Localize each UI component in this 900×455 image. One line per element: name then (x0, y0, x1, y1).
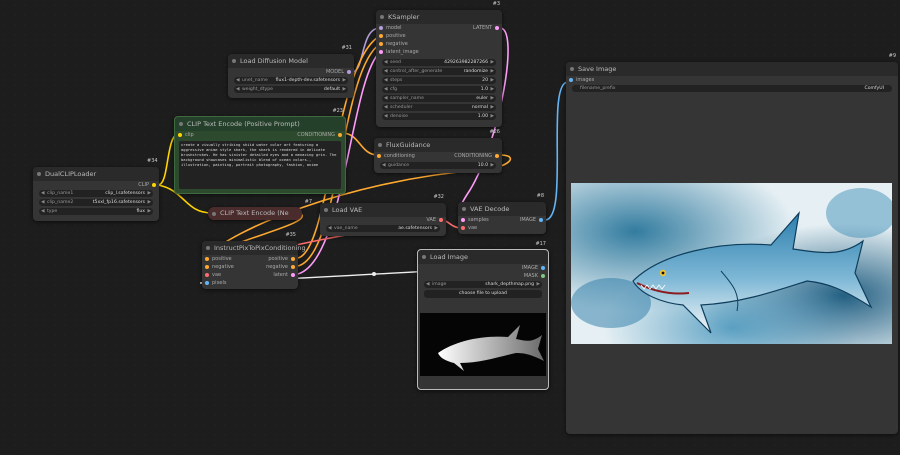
node-instruct-pix2pix-conditioning[interactable]: InstructPixToPixConditioning #35 positiv… (202, 232, 306, 289)
node-id-badge: #7 (304, 199, 312, 205)
input-positive[interactable]: positive (379, 33, 406, 40)
node-id-badge: #35 (285, 232, 296, 238)
output-model[interactable]: MODEL (326, 69, 351, 76)
node-clip-text-encode-positive[interactable]: CLIP Text Encode (Positive Prompt) #23 c… (174, 108, 346, 194)
node-title: Load VAE (320, 203, 446, 217)
node-title: InstructPixToPixConditioning (202, 241, 306, 255)
output-image[interactable]: IMAGE (522, 265, 545, 272)
node-title: DualCLIPLoader (33, 167, 159, 181)
node-flux-guidance[interactable]: FluxGuidance #26 conditioning CONDITIONI… (374, 129, 502, 173)
output-image[interactable]: IMAGE (520, 217, 543, 224)
node-id-badge: #17 (535, 241, 546, 247)
node-load-image[interactable]: Load Image #17 IMAGE MASK ◀ image shark_de… (417, 241, 549, 390)
node-load-vae[interactable]: Load VAE #32 VAE ◀ vae_name ae.safetensors… (320, 194, 446, 236)
widget-denoise[interactable]: ◀ denoise 1.00 ▶ (382, 113, 496, 120)
widget-unet-name[interactable]: ◀ unet_name flux1-depth-dev.safetensors ▶ (234, 77, 348, 84)
widget-clip-name1[interactable]: ◀ clip_name1 clip_l.safetensors ▶ (39, 190, 153, 197)
widget-weight-dtype[interactable]: ◀ weight_dtype default ▶ (234, 86, 348, 93)
node-id-badge: #32 (433, 194, 444, 200)
node-title: VAE Decode (458, 202, 546, 216)
node-title: FluxGuidance (374, 138, 502, 152)
input-vae[interactable]: vae (205, 272, 221, 279)
output-latent[interactable]: LATENT (473, 25, 499, 32)
node-id-badge: #9 (888, 53, 896, 59)
shark-watercolor-image (571, 183, 892, 344)
input-model[interactable]: model (379, 25, 402, 32)
node-title: KSampler (376, 10, 502, 24)
output-latent[interactable]: latent (273, 272, 295, 279)
node-id-badge: #34 (147, 158, 158, 164)
widget-image[interactable]: ◀ image shark_depthmap.png ▶ (424, 281, 542, 288)
input-images[interactable]: images (569, 77, 594, 84)
widget-clip-name2[interactable]: ◀ clip_name2 t5xxl_fp16.safetensors ▶ (39, 199, 153, 206)
node-title: CLIP Text Encode (Positive Prompt) (175, 117, 345, 131)
widget-seed[interactable]: ◀ seed 429263982287266 ▶ (382, 59, 496, 66)
widget-control-after-generate[interactable]: ◀ control_after_generate randomize ▶ (382, 68, 496, 75)
node-ksampler[interactable]: KSampler #3 model positive negative late… (376, 1, 502, 127)
output-mask[interactable]: MASK (524, 273, 545, 280)
input-conditioning[interactable]: conditioning (377, 153, 415, 160)
input-latent-image[interactable]: latent_image (379, 49, 419, 56)
widget-cfg[interactable]: ◀ cfg 1.0 ▶ (382, 86, 496, 93)
output-conditioning[interactable]: CONDITIONING (454, 153, 499, 160)
output-image-preview (571, 183, 892, 344)
widget-filename-prefix[interactable]: filename_prefix ComfyUI (572, 85, 892, 92)
node-id-badge: #8 (536, 193, 544, 199)
prompt-textarea[interactable]: create a visually striking shiid water c… (179, 141, 341, 189)
output-clip[interactable]: CLIP (138, 182, 156, 189)
input-negative[interactable]: negative (205, 264, 234, 271)
widget-guidance[interactable]: ◀ guidance 10.0 ▶ (380, 162, 496, 169)
output-positive[interactable]: positive (268, 256, 295, 263)
choose-file-upload-button[interactable]: choose file to upload (424, 290, 542, 298)
input-samples[interactable]: samples (461, 217, 489, 224)
widget-type[interactable]: ◀ type flux ▶ (39, 208, 153, 215)
node-id-badge: #3 (492, 1, 500, 7)
node-id-badge: #31 (341, 45, 352, 51)
input-pixels[interactable]: pixels (205, 280, 226, 287)
node-title: CLIP Text Encode (Ne (208, 207, 302, 220)
node-title: Save Image (566, 62, 898, 76)
node-clip-text-encode-negative[interactable]: CLIP Text Encode (Ne #7 (208, 199, 312, 220)
input-vae[interactable]: vae (461, 225, 477, 232)
widget-scheduler[interactable]: ◀ scheduler normal ▶ (382, 104, 496, 111)
node-dual-clip-loader[interactable]: DualCLIPLoader #34 CLIP ◀ clip_name1 clip_… (33, 158, 159, 221)
input-positive[interactable]: positive (205, 256, 232, 263)
output-conditioning[interactable]: CONDITIONING (297, 132, 342, 139)
input-clip[interactable]: clip (178, 132, 194, 139)
node-save-image[interactable]: Save Image #9 images filename_prefix Comf… (566, 53, 898, 434)
output-negative[interactable]: negative (266, 264, 295, 271)
widget-steps[interactable]: ◀ steps 20 ▶ (382, 77, 496, 84)
node-title: Load Image (418, 250, 548, 264)
output-vae[interactable]: VAE (426, 217, 443, 224)
shark-depth-silhouette (438, 325, 544, 371)
widget-vae-name[interactable]: ◀ vae_name ae.safetensors ▶ (326, 225, 440, 232)
widget-sampler-name[interactable]: ◀ sampler_name euler ▶ (382, 95, 496, 102)
node-title: Load Diffusion Model (228, 54, 354, 68)
node-vae-decode[interactable]: VAE Decode #8 samples vae IMAGE (458, 193, 546, 234)
input-negative[interactable]: negative (379, 41, 408, 48)
node-id-badge: #26 (489, 129, 500, 135)
depth-map-preview (420, 313, 546, 376)
node-load-diffusion-model[interactable]: Load Diffusion Model #31 MODEL ◀ unet_nam… (228, 45, 354, 98)
node-id-badge: #23 (332, 108, 343, 114)
